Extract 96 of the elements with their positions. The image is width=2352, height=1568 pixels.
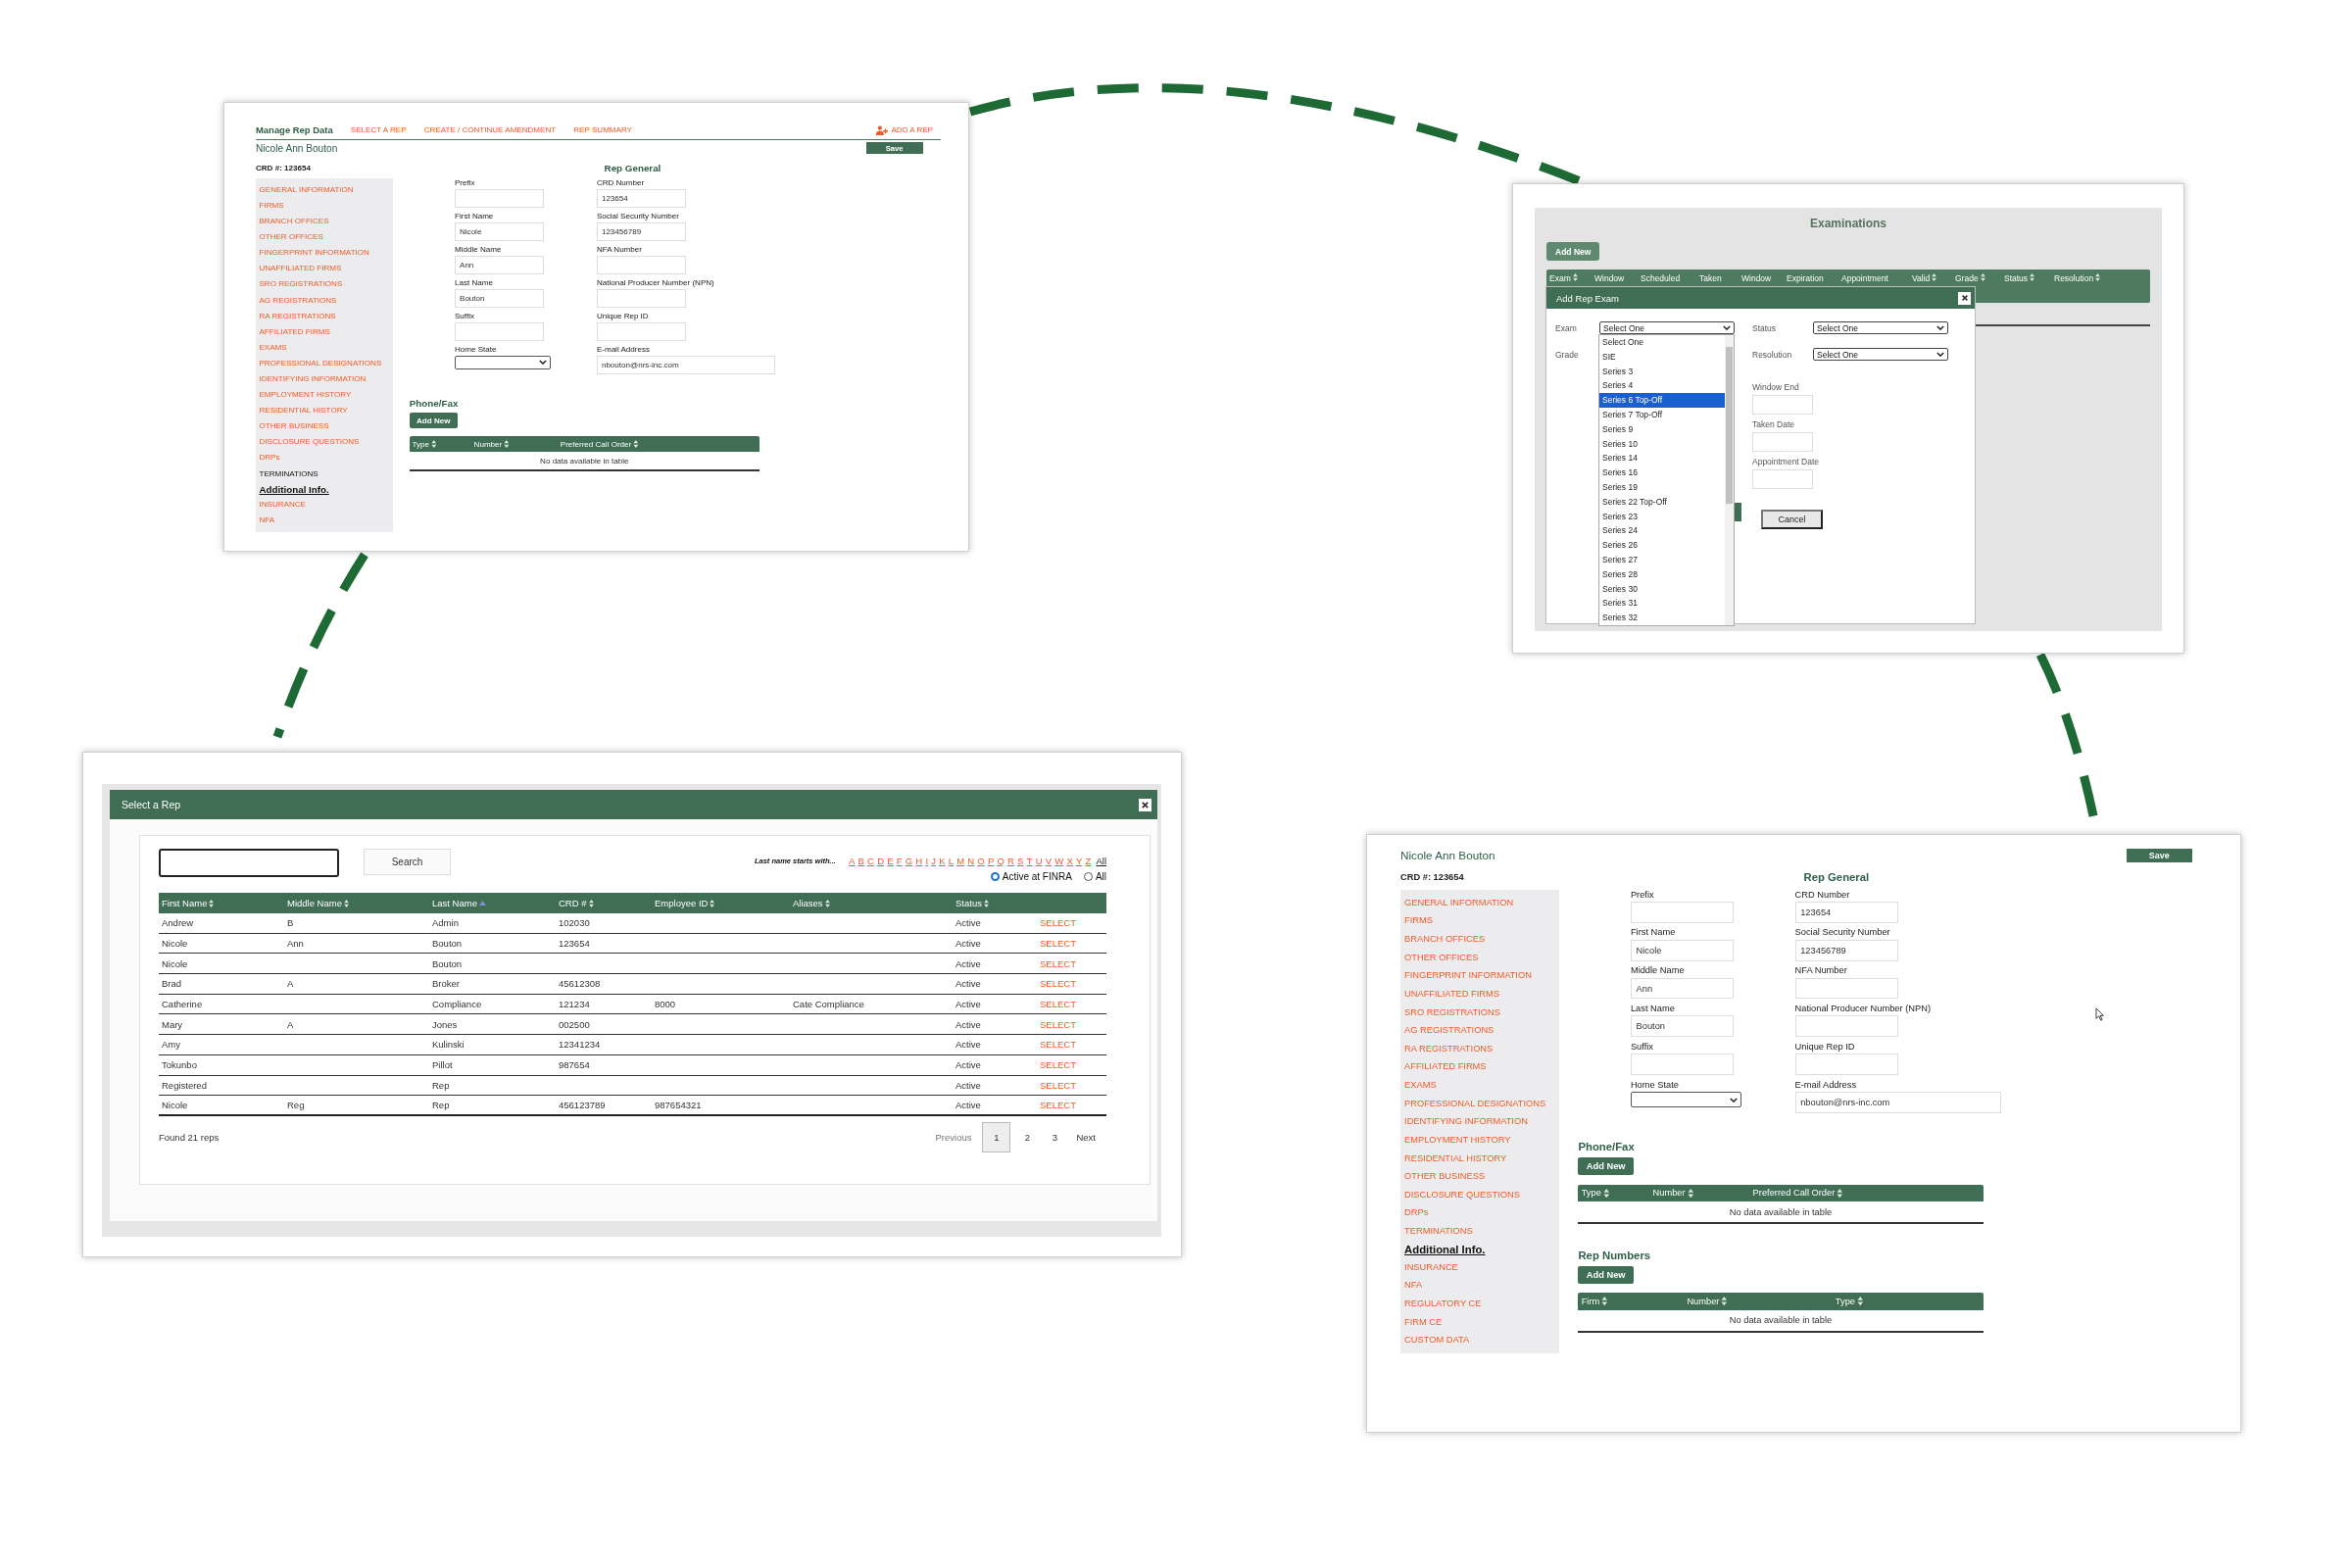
table-cell-text: Andrew: [162, 917, 195, 929]
field-label: Unique Rep ID: [1794, 1042, 1855, 1052]
field-label: Home State: [1630, 1079, 1679, 1090]
table-cell-text: Registered: [162, 1079, 208, 1091]
table-cell-text: Active: [956, 1079, 982, 1091]
table-cell-text: Admin: [432, 917, 460, 929]
table-cell-text: Active: [956, 957, 982, 969]
table-cell-text: 987654: [559, 1059, 591, 1071]
field-label: Status: [1752, 322, 1778, 333]
field-label: First Name: [1630, 927, 1676, 938]
radio-label: Active at FINRA: [1002, 871, 1072, 882]
page-title: Manage Rep Data: [256, 124, 333, 135]
field-label: Middle Name: [455, 245, 502, 254]
table-cell-text: Reg: [287, 1100, 306, 1111]
field-label: Appointment Date: [1752, 457, 1820, 466]
table-cell-text: A: [287, 1018, 295, 1030]
table-cell-text: Active: [956, 917, 982, 929]
section-title: Rep Numbers: [1578, 1250, 1652, 1262]
table-cell-text: Bouton: [432, 957, 464, 969]
crd-number: CRD #: 123654: [256, 163, 312, 172]
rep-name: Nicole Ann Bouton: [1400, 849, 1495, 862]
table-cell-text: 456123789: [559, 1100, 607, 1111]
field-label: Middle Name: [1630, 965, 1685, 976]
table-cell-text: Nicole: [162, 938, 189, 950]
table-cell-text: 102030: [559, 917, 591, 929]
table-cell-text: Active: [956, 1100, 982, 1111]
field-label: Last Name: [455, 277, 493, 287]
table-cell-text: Ann: [287, 938, 305, 950]
empty-table-message: No data available in table: [409, 451, 760, 472]
field-label: Prefix: [1630, 889, 1654, 900]
section-title: Rep General: [1802, 871, 1871, 884]
table-cell-text: 121234: [559, 999, 591, 1010]
field-label: Prefix: [455, 178, 475, 188]
field-label: E-mail Address: [596, 344, 650, 354]
table-cell-text: Bouton: [432, 938, 464, 950]
table-cell-text: Jones: [432, 1018, 459, 1030]
field-label: Suffix: [1630, 1042, 1653, 1052]
dialog-title: Add Rep Exam: [1556, 292, 1619, 304]
field-label: Home State: [455, 344, 497, 354]
field-label: Resolution: [1752, 349, 1793, 360]
field-label: Window End: [1752, 382, 1799, 392]
table-cell-text: A: [287, 978, 295, 990]
table-cell-text: Nicole: [162, 957, 189, 969]
field-label: National Producer Number (NPN): [1794, 1004, 1931, 1014]
rep-name: Nicole Ann Bouton: [256, 142, 338, 154]
table-cell-text: Tokunbo: [162, 1059, 198, 1071]
table-cell-text: Active: [956, 1018, 982, 1030]
table-cell-text: Active: [956, 978, 982, 990]
dialog-title: Select a Rep: [122, 799, 181, 810]
table-cell-text: 8000: [655, 999, 677, 1010]
table-cell-text: Nicole: [162, 1100, 189, 1111]
table-cell-text: 123654: [559, 938, 591, 950]
field-label: Social Security Number: [596, 212, 679, 221]
field-label: CRD Number: [596, 178, 645, 188]
field-label: CRD Number: [1794, 889, 1850, 900]
field-label: Last Name: [1630, 1004, 1675, 1014]
field-label: E-mail Address: [1794, 1079, 1857, 1090]
section-title: Phone/Fax: [409, 398, 460, 410]
table-cell-text: Compliance: [432, 999, 483, 1010]
field-label: NFA Number: [596, 245, 642, 254]
table-cell-text: Catherine: [162, 999, 204, 1010]
table-cell-text: Active: [956, 938, 982, 950]
table-cell-text: Rep: [432, 1079, 451, 1091]
crd-number: CRD #: 123654: [1400, 872, 1465, 883]
field-label: NFA Number: [1794, 965, 1847, 976]
field-label: Exam: [1555, 322, 1578, 333]
table-cell-text: 987654321: [655, 1100, 703, 1111]
field-label: Social Security Number: [1794, 927, 1890, 938]
field-label: Taken Date: [1752, 419, 1794, 429]
result-count: Found 21 reps: [159, 1131, 220, 1143]
field-label: Unique Rep ID: [596, 311, 649, 320]
field-label: National Producer Number (NPN): [596, 277, 714, 287]
table-cell-text: Cate Compliance: [793, 999, 865, 1010]
table-cell-text: Kulinski: [432, 1039, 466, 1051]
table-cell-text: Brad: [162, 978, 183, 990]
table-cell-text: Amy: [162, 1039, 181, 1051]
field-label: Grade: [1555, 349, 1580, 360]
table-cell-text: Rep: [432, 1100, 451, 1111]
table-cell-text: Active: [956, 999, 982, 1010]
field-label: First Name: [455, 212, 494, 221]
field-label: Suffix: [455, 311, 474, 320]
table-cell-text: Active: [956, 1039, 982, 1051]
section-title: Examinations: [1809, 216, 1887, 230]
empty-table-message: No data available in table: [1578, 1201, 1984, 1225]
table-cell-text: B: [287, 917, 295, 929]
radio-label: All: [1095, 871, 1106, 882]
section-title: Phone/Fax: [1578, 1141, 1636, 1153]
empty-table-message: No data available in table: [1578, 1309, 1984, 1333]
table-cell-text: Pillot: [432, 1059, 454, 1071]
section-title: Rep General: [603, 162, 662, 173]
table-cell-text: 45612308: [559, 978, 602, 990]
table-cell-text: 12341234: [559, 1039, 602, 1051]
table-cell-text: 002500: [559, 1018, 591, 1030]
table-cell-text: Broker: [432, 978, 461, 990]
table-cell-text: Mary: [162, 1018, 184, 1030]
table-cell-text: Active: [956, 1059, 982, 1071]
